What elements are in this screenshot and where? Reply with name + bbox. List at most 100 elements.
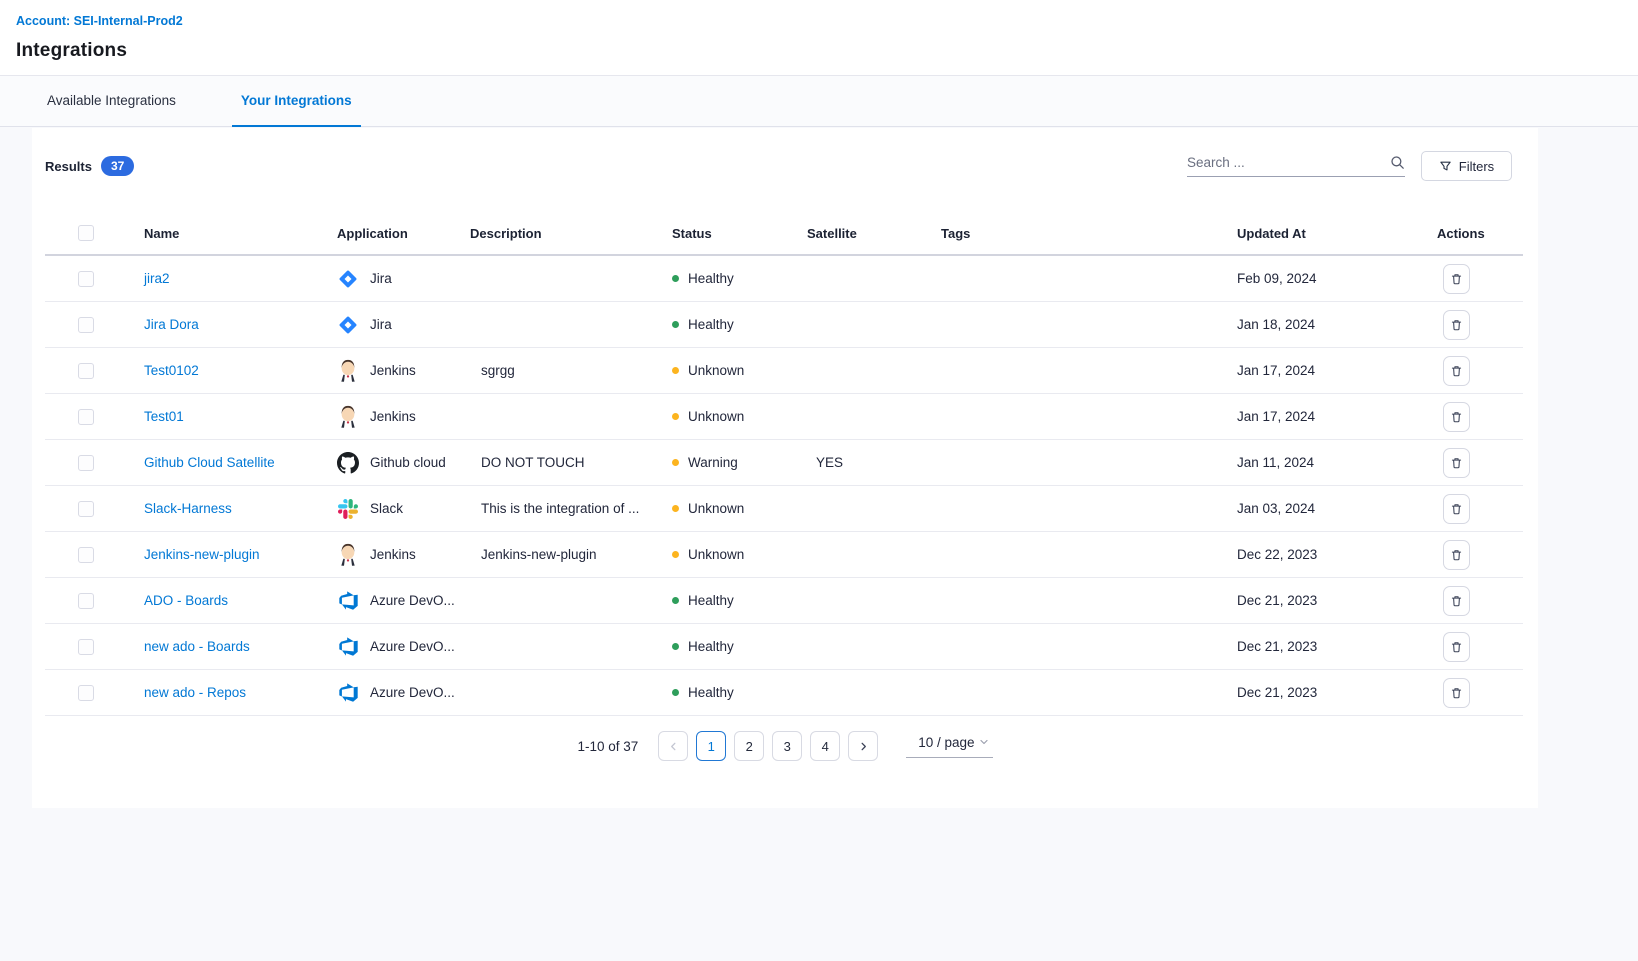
- delete-button[interactable]: [1443, 678, 1470, 708]
- delete-button[interactable]: [1443, 448, 1470, 478]
- row-actions-cell: [1437, 678, 1523, 708]
- column-header-tags: Tags: [941, 226, 1237, 241]
- row-actions-cell: [1437, 264, 1523, 294]
- page-button-3[interactable]: 3: [772, 731, 802, 761]
- row-checkbox[interactable]: [78, 455, 94, 471]
- row-checkbox[interactable]: [78, 501, 94, 517]
- row-checkbox-cell: [45, 639, 144, 655]
- search-icon: [1390, 155, 1405, 170]
- row-status: Healthy: [688, 593, 734, 608]
- row-name-link[interactable]: Jira Dora: [144, 317, 199, 332]
- row-name-link[interactable]: Test0102: [144, 363, 199, 378]
- row-name-link[interactable]: Github Cloud Satellite: [144, 455, 275, 470]
- table-row: Test01 Jenkins Unknown Jan 17, 2024: [45, 394, 1523, 440]
- row-application-cell: Github cloud: [337, 451, 470, 475]
- row-name-cell: ADO - Boards: [144, 593, 337, 608]
- row-name-cell: Github Cloud Satellite: [144, 455, 337, 470]
- row-checkbox[interactable]: [78, 363, 94, 379]
- row-application: Jenkins: [370, 363, 416, 378]
- table-row: Github Cloud Satellite Github cloud DO N…: [45, 440, 1523, 486]
- row-checkbox-cell: [45, 455, 144, 471]
- tab-available-integrations[interactable]: Available Integrations: [38, 76, 185, 127]
- page-button-1[interactable]: 1: [696, 731, 726, 761]
- select-all-checkbox[interactable]: [78, 225, 94, 241]
- row-status-cell: Healthy: [672, 685, 807, 700]
- delete-button[interactable]: [1443, 494, 1470, 524]
- row-application: Jenkins: [370, 409, 416, 424]
- column-header-updated-at: Updated At: [1237, 226, 1437, 241]
- content-card: Results 37 Filters N: [32, 128, 1538, 808]
- next-page-button[interactable]: [848, 731, 878, 761]
- row-name-cell: Test01: [144, 409, 337, 424]
- row-name-link[interactable]: Jenkins-new-plugin: [144, 547, 260, 562]
- delete-button[interactable]: [1443, 632, 1470, 662]
- row-name-link[interactable]: Slack-Harness: [144, 501, 232, 516]
- row-checkbox[interactable]: [78, 639, 94, 655]
- delete-button[interactable]: [1443, 540, 1470, 570]
- search-box: [1187, 155, 1405, 177]
- search-input[interactable]: [1187, 155, 1390, 170]
- delete-button[interactable]: [1443, 310, 1470, 340]
- row-updated-at: Feb 09, 2024: [1237, 271, 1437, 286]
- delete-button[interactable]: [1443, 586, 1470, 616]
- row-checkbox-cell: [45, 271, 144, 287]
- row-checkbox-cell: [45, 409, 144, 425]
- row-checkbox[interactable]: [78, 409, 94, 425]
- status-dot-icon: [672, 413, 679, 420]
- row-name-link[interactable]: jira2: [144, 271, 170, 286]
- row-updated-at: Jan 18, 2024: [1237, 317, 1437, 332]
- page-size-label: 10 / page: [918, 735, 974, 750]
- row-checkbox[interactable]: [78, 593, 94, 609]
- row-checkbox-cell: [45, 685, 144, 701]
- row-updated-at: Dec 21, 2023: [1237, 685, 1437, 700]
- row-description: DO NOT TOUCH: [470, 455, 672, 470]
- row-name-link[interactable]: new ado - Repos: [144, 685, 246, 700]
- row-checkbox[interactable]: [78, 685, 94, 701]
- row-status: Healthy: [688, 685, 734, 700]
- row-actions-cell: [1437, 586, 1523, 616]
- tab-your-integrations[interactable]: Your Integrations: [232, 76, 361, 127]
- row-checkbox[interactable]: [78, 271, 94, 287]
- table-row: Test0102 Jenkins sgrgg Unknown Jan 17, 2…: [45, 348, 1523, 394]
- delete-button[interactable]: [1443, 402, 1470, 432]
- row-name-link[interactable]: Test01: [144, 409, 184, 424]
- row-description: sgrgg: [470, 363, 672, 378]
- page-button-4[interactable]: 4: [810, 731, 840, 761]
- row-description: This is the integration of ...: [470, 501, 672, 516]
- status-dot-icon: [672, 597, 679, 604]
- row-name-cell: new ado - Boards: [144, 639, 337, 654]
- row-name-link[interactable]: new ado - Boards: [144, 639, 250, 654]
- page-size-select[interactable]: 10 / page: [906, 735, 992, 758]
- row-application: Jira: [370, 317, 392, 332]
- page-title: Integrations: [16, 40, 1622, 62]
- row-status-cell: Healthy: [672, 271, 807, 286]
- filters-button[interactable]: Filters: [1421, 151, 1512, 181]
- slack-icon: [337, 497, 359, 521]
- row-checkbox[interactable]: [78, 547, 94, 563]
- row-application-cell: Azure DevO...: [337, 589, 470, 613]
- row-status: Unknown: [688, 363, 744, 378]
- row-updated-at: Jan 03, 2024: [1237, 501, 1437, 516]
- row-actions-cell: [1437, 310, 1523, 340]
- row-updated-at: Jan 11, 2024: [1237, 455, 1437, 470]
- column-header-satellite: Satellite: [807, 226, 941, 241]
- account-link[interactable]: Account: SEI-Internal-Prod2: [16, 14, 183, 28]
- status-dot-icon: [672, 367, 679, 374]
- table-row: Jira Dora Jira Healthy Jan 18, 2024: [45, 302, 1523, 348]
- row-application: Jenkins: [370, 547, 416, 562]
- chevron-left-icon: [669, 742, 678, 751]
- status-dot-icon: [672, 689, 679, 696]
- row-name-link[interactable]: ADO - Boards: [144, 593, 228, 608]
- row-application-cell: Azure DevO...: [337, 681, 470, 705]
- row-application: Github cloud: [370, 455, 446, 470]
- delete-button[interactable]: [1443, 264, 1470, 294]
- previous-page-button[interactable]: [658, 731, 688, 761]
- row-name-cell: Test0102: [144, 363, 337, 378]
- delete-button[interactable]: [1443, 356, 1470, 386]
- column-header-name: Name: [144, 226, 337, 241]
- page-button-2[interactable]: 2: [734, 731, 764, 761]
- page-header: Account: SEI-Internal-Prod2 Integrations: [0, 0, 1638, 76]
- row-checkbox[interactable]: [78, 317, 94, 333]
- row-status-cell: Unknown: [672, 547, 807, 562]
- row-name-cell: Slack-Harness: [144, 501, 337, 516]
